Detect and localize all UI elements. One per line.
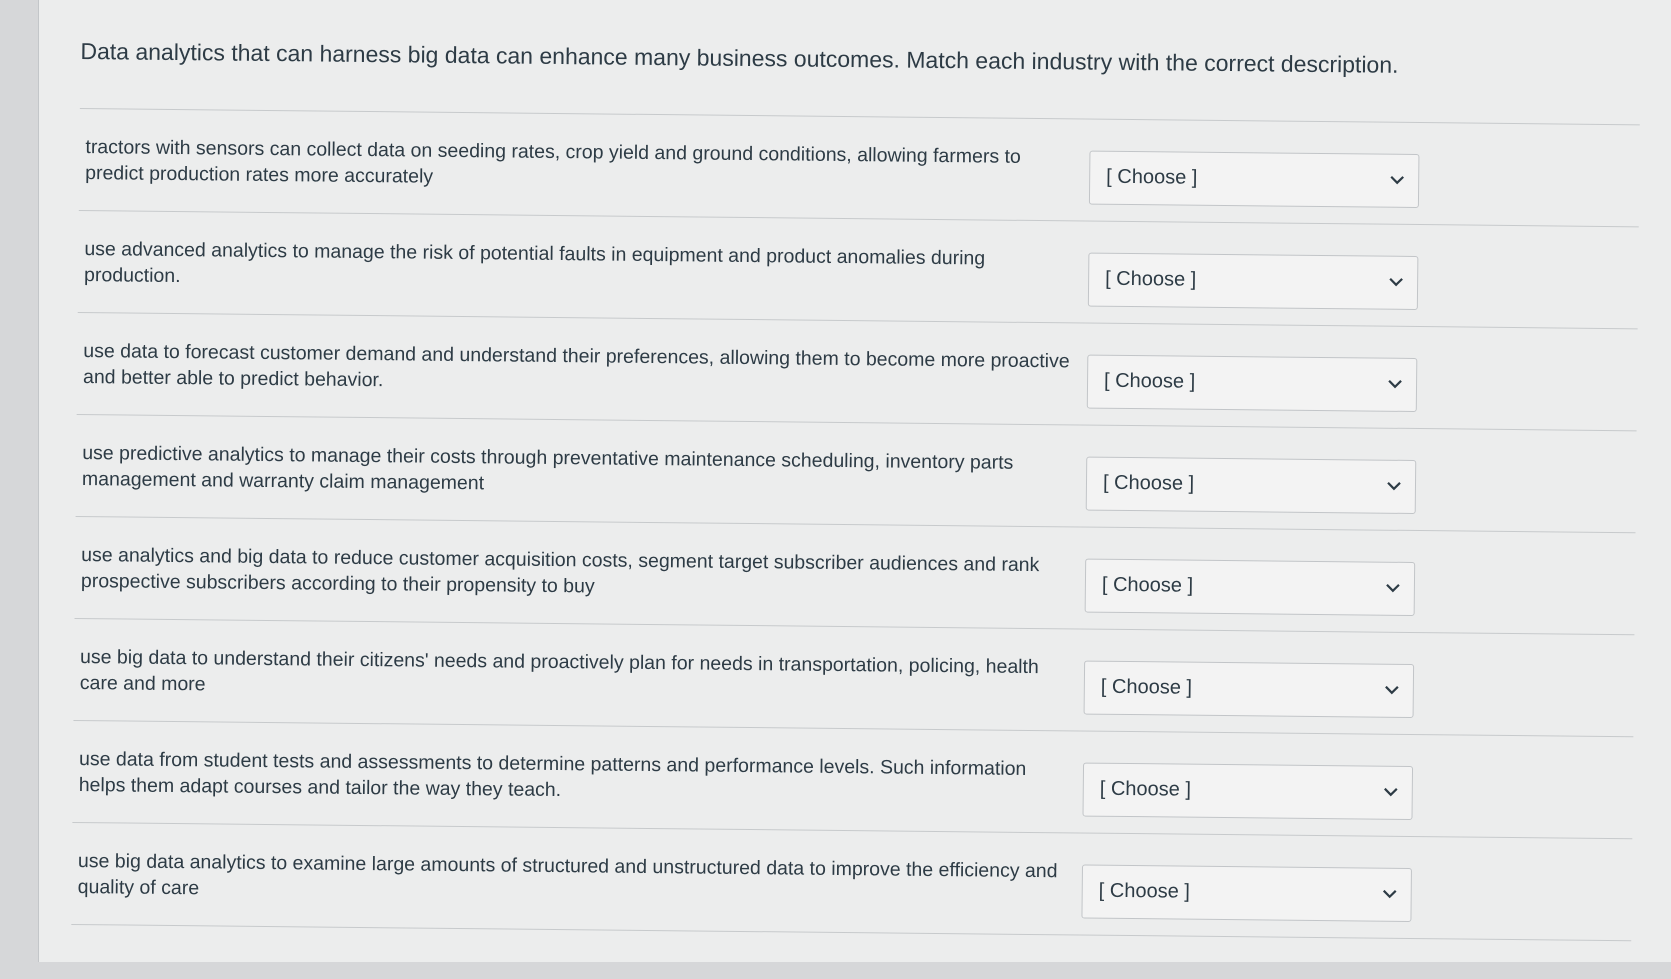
dropdown-selected-value: [ Choose ]: [1103, 369, 1196, 393]
answer-dropdown[interactable]: [ Choose ]: [1086, 354, 1418, 412]
answer-dropdown[interactable]: [ Choose ]: [1082, 762, 1414, 820]
chevron-down-icon: [1382, 783, 1400, 801]
match-description: use advanced analytics to manage the ris…: [84, 237, 986, 287]
match-row: use predictive analytics to manage their…: [75, 414, 1637, 534]
match-description: use predictive analytics to manage their…: [81, 441, 1014, 494]
match-description: use analytics and big data to reduce cus…: [80, 543, 1040, 597]
dropdown-selected-value: [ Choose ]: [1102, 471, 1195, 495]
dropdown-selected-value: [ Choose ]: [1099, 777, 1192, 801]
match-row: use data from student tests and assessme…: [72, 720, 1634, 840]
match-row: tractors with sensors can collect data o…: [78, 108, 1640, 228]
dropdown-selected-value: [ Choose ]: [1098, 879, 1191, 903]
matching-question: Data analytics that can harness big data…: [71, 0, 1671, 979]
answer-dropdown[interactable]: [ Choose ]: [1081, 864, 1412, 922]
chevron-down-icon: [1386, 375, 1404, 393]
match-row: use big data analytics to examine large …: [71, 822, 1633, 942]
dropdown-selected-value: [ Choose ]: [1105, 267, 1197, 291]
chevron-down-icon: [1388, 171, 1406, 189]
match-description: use data to forecast customer demand and…: [82, 339, 1070, 391]
answer-dropdown[interactable]: [ Choose ]: [1084, 558, 1416, 616]
answer-dropdown[interactable]: [ Choose ]: [1088, 150, 1420, 208]
quiz-page: Data analytics that can harness big data…: [38, 0, 1671, 962]
dropdown-selected-value: [ Choose ]: [1106, 165, 1198, 189]
dropdown-selected-value: [ Choose ]: [1101, 573, 1194, 597]
answer-dropdown[interactable]: [ Choose ]: [1083, 660, 1415, 718]
match-row: use analytics and big data to reduce cus…: [74, 516, 1636, 636]
match-description: tractors with sensors can collect data o…: [85, 135, 1021, 188]
chevron-down-icon: [1385, 477, 1403, 495]
answer-dropdown[interactable]: [ Choose ]: [1087, 252, 1419, 310]
answer-dropdown[interactable]: [ Choose ]: [1085, 456, 1417, 514]
match-row: use advanced analytics to manage the ris…: [77, 210, 1639, 330]
dropdown-selected-value: [ Choose ]: [1100, 675, 1193, 699]
match-description: use big data to understand their citizen…: [79, 645, 1039, 695]
chevron-down-icon: [1381, 885, 1399, 903]
match-row: use big data to understand their citizen…: [73, 618, 1635, 738]
chevron-down-icon: [1384, 579, 1402, 597]
match-row: use data to forecast customer demand and…: [76, 312, 1638, 432]
match-description: use big data analytics to examine large …: [77, 849, 1058, 899]
chevron-down-icon: [1387, 273, 1405, 291]
match-description: use data from student tests and assessme…: [78, 747, 1027, 801]
chevron-down-icon: [1383, 681, 1401, 699]
